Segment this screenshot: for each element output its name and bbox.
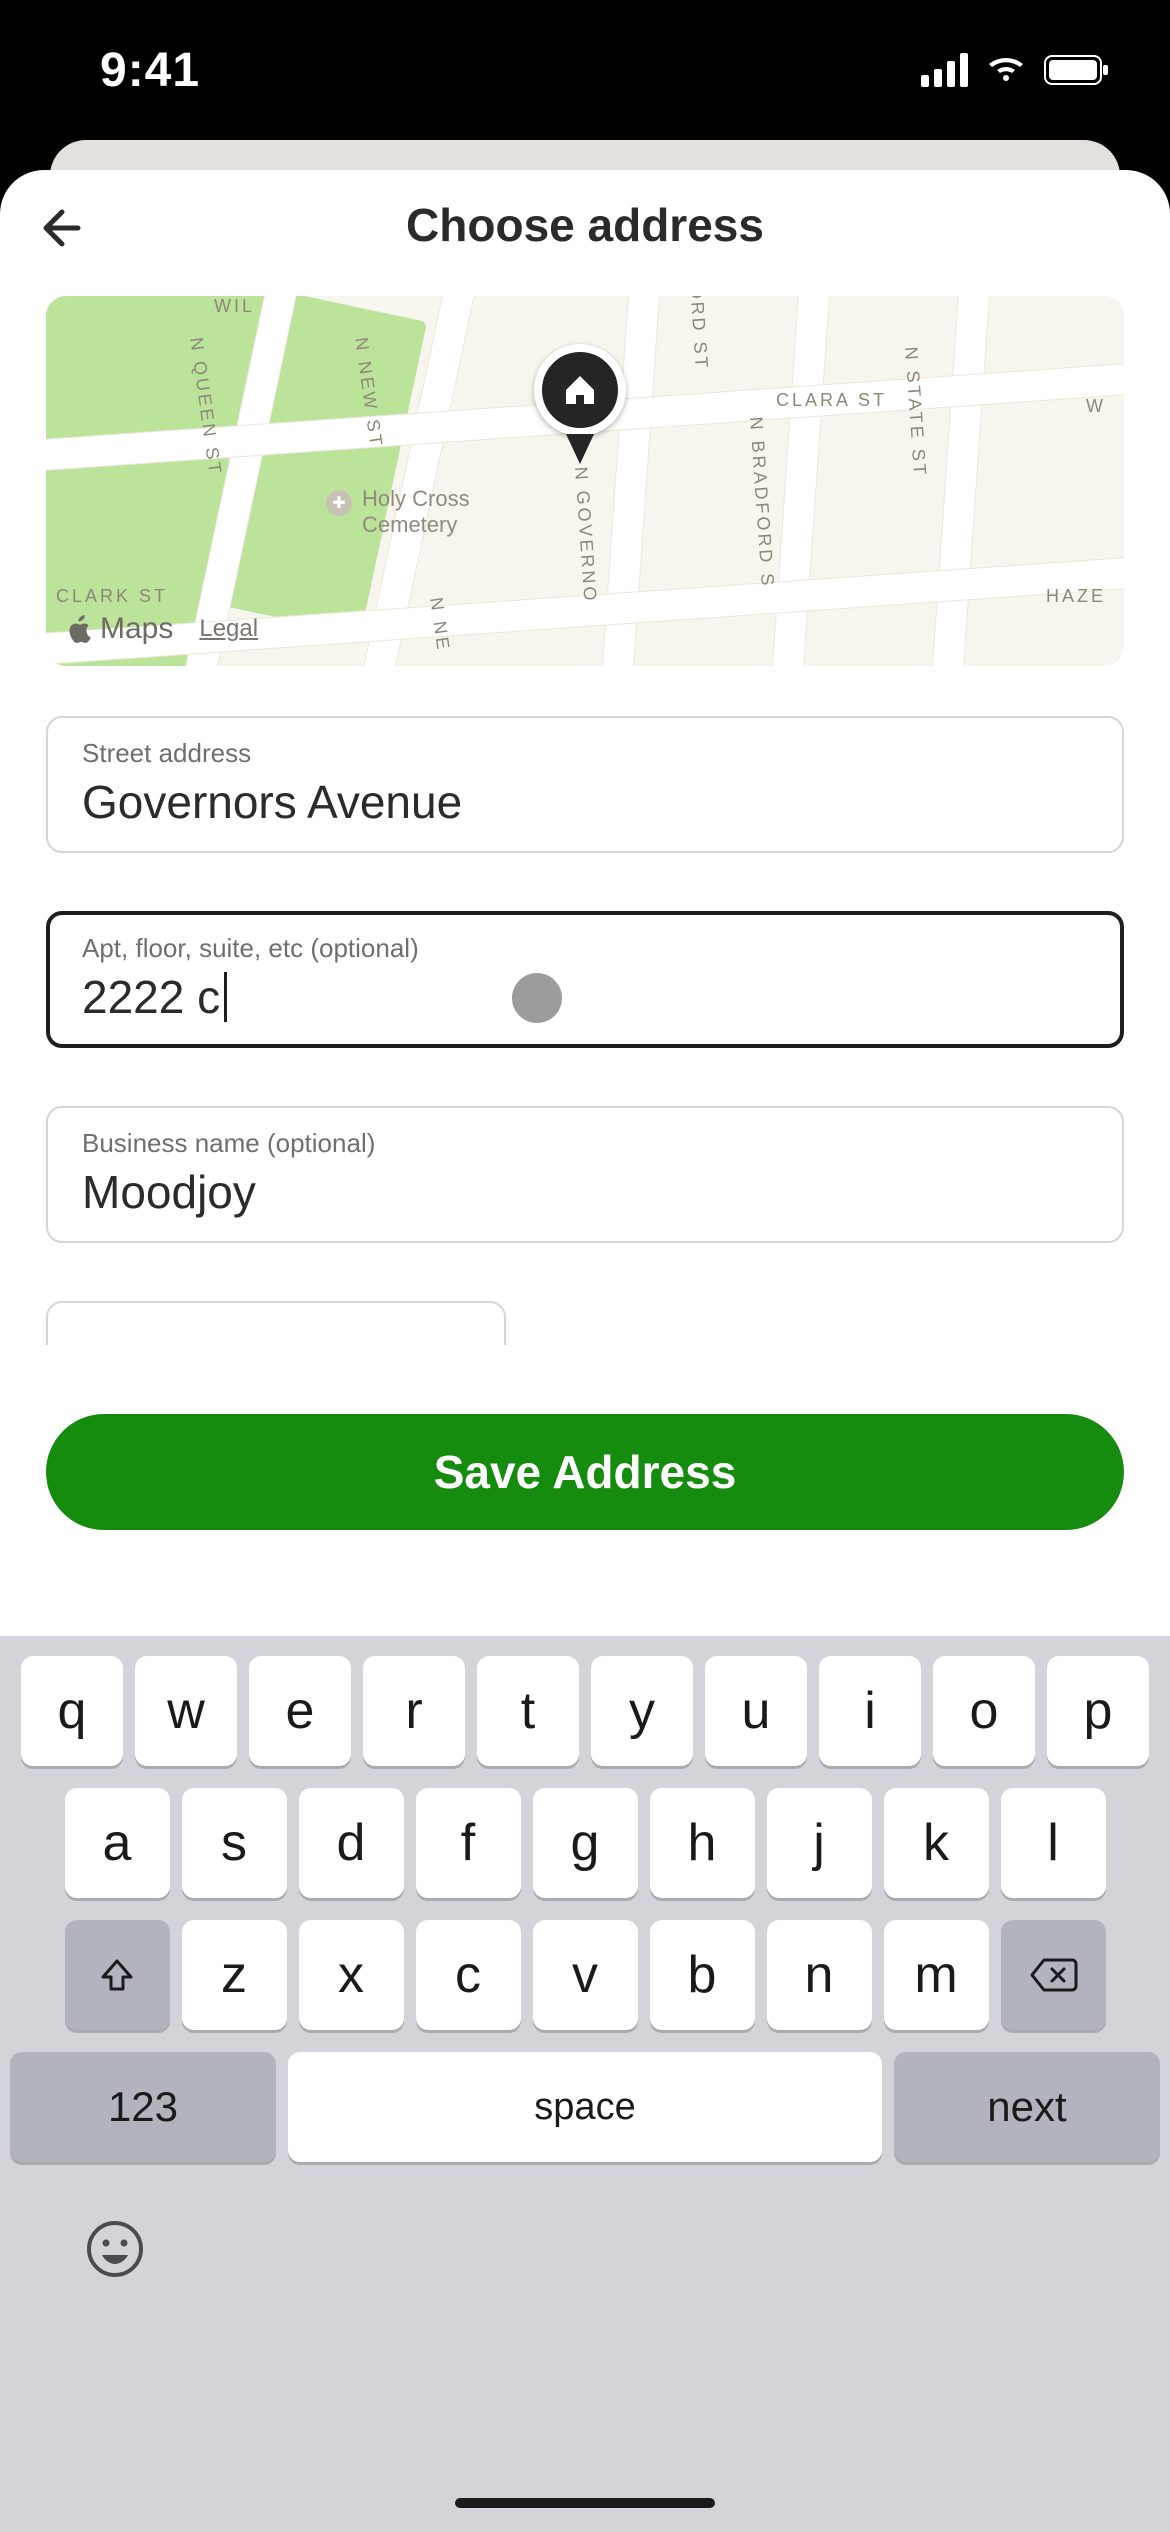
keyboard-row-2: a s d f g h j k l (10, 1788, 1160, 1898)
map-street-label: N GOVERNO (570, 466, 601, 604)
business-name-field[interactable]: Business name (optional) Moodjoy (46, 1106, 1124, 1243)
status-time: 9:41 (100, 43, 200, 98)
key-shift[interactable] (65, 1920, 170, 2030)
key-i[interactable]: i (819, 1656, 921, 1766)
shift-icon (97, 1955, 137, 1995)
key-j[interactable]: j (767, 1788, 872, 1898)
map-pin (534, 344, 626, 474)
field-label: Apt, floor, suite, etc (optional) (82, 933, 1088, 964)
map-street-label: CLARA ST (776, 390, 887, 411)
key-f[interactable]: f (416, 1788, 521, 1898)
address-form: Street address Governors Avenue Apt, flo… (0, 666, 1170, 1345)
key-k[interactable]: k (884, 1788, 989, 1898)
map-street-label: CLARK ST (56, 586, 168, 607)
status-right (921, 53, 1110, 87)
field-value: Moodjoy (82, 1165, 1088, 1219)
map-street-label: WIL (214, 296, 255, 317)
keyboard-row-3: z x c v b n m (10, 1920, 1160, 2030)
key-e[interactable]: e (249, 1656, 351, 1766)
map-preview[interactable]: N NEW ST N QUEEN ST N GOVERNO N BRADFORD… (46, 296, 1124, 666)
street-address-field[interactable]: Street address Governors Avenue (46, 716, 1124, 853)
emoji-button[interactable] (86, 2220, 144, 2278)
wifi-icon (986, 55, 1026, 85)
map-legal-link[interactable]: Legal (199, 615, 258, 643)
map-street-label: N BRADFORD S (745, 416, 778, 589)
key-a[interactable]: a (65, 1788, 170, 1898)
page-title: Choose address (406, 198, 764, 252)
map-poi: ✚ Holy Cross Cemetery (326, 486, 470, 538)
key-d[interactable]: d (299, 1788, 404, 1898)
back-button[interactable] (32, 198, 92, 258)
key-l[interactable]: l (1001, 1788, 1106, 1898)
key-b[interactable]: b (650, 1920, 755, 2030)
key-t[interactable]: t (477, 1656, 579, 1766)
apple-logo-icon (66, 614, 94, 644)
map-attribution: Maps Legal (66, 612, 258, 646)
poi-label: Holy Cross Cemetery (362, 486, 470, 538)
emoji-icon (86, 2220, 144, 2278)
keyboard-row-4: 123 space next (10, 2052, 1160, 2162)
backspace-icon (1028, 1956, 1078, 1994)
home-indicator[interactable] (455, 2498, 715, 2508)
next-field-partial[interactable] (46, 1301, 506, 1345)
touch-indicator (512, 973, 562, 1023)
field-value: 2222 c (82, 970, 1088, 1024)
save-row: Save Address (0, 1400, 1170, 1544)
field-label: Business name (optional) (82, 1128, 1088, 1159)
map-road (929, 296, 993, 666)
field-label: Street address (82, 738, 1088, 769)
key-123[interactable]: 123 (10, 2052, 276, 2162)
key-u[interactable]: u (705, 1656, 807, 1766)
field-value: Governors Avenue (82, 775, 1088, 829)
key-c[interactable]: c (416, 1920, 521, 2030)
save-address-button[interactable]: Save Address (46, 1414, 1124, 1530)
keyboard-bottom (10, 2184, 1160, 2278)
map-street-label: HAZE (1046, 586, 1106, 607)
key-g[interactable]: g (533, 1788, 638, 1898)
apt-field[interactable]: Apt, floor, suite, etc (optional) 2222 c (46, 911, 1124, 1048)
arrow-left-icon (38, 204, 86, 252)
key-s[interactable]: s (182, 1788, 287, 1898)
key-q[interactable]: q (21, 1656, 123, 1766)
key-m[interactable]: m (884, 1920, 989, 2030)
key-space[interactable]: space (288, 2052, 882, 2162)
battery-icon (1044, 55, 1110, 85)
keyboard: q w e r t y u i o p a s d f g h j k l (0, 1636, 1170, 2532)
key-w[interactable]: w (135, 1656, 237, 1766)
key-x[interactable]: x (299, 1920, 404, 2030)
keyboard-row-1: q w e r t y u i o p (10, 1656, 1160, 1766)
screen: 9:41 Choose address (0, 0, 1170, 2532)
key-o[interactable]: o (933, 1656, 1035, 1766)
key-n[interactable]: n (767, 1920, 872, 2030)
home-icon (560, 370, 600, 410)
map-street-label: W (1086, 396, 1106, 417)
text-cursor (224, 972, 227, 1022)
key-y[interactable]: y (591, 1656, 693, 1766)
key-v[interactable]: v (533, 1920, 638, 2030)
map-street-label: ORD ST (685, 296, 712, 371)
key-p[interactable]: p (1047, 1656, 1149, 1766)
map-brand: Maps (66, 612, 173, 646)
key-h[interactable]: h (650, 1788, 755, 1898)
key-r[interactable]: r (363, 1656, 465, 1766)
key-next[interactable]: next (894, 2052, 1160, 2162)
map-street-label: N STATE ST (900, 346, 930, 478)
poi-icon: ✚ (326, 490, 352, 516)
key-z[interactable]: z (182, 1920, 287, 2030)
cellular-icon (921, 53, 968, 87)
address-sheet: Choose address N NEW ST N QUEEN ST N GOV… (0, 170, 1170, 2532)
key-backspace[interactable] (1001, 1920, 1106, 2030)
sheet-header: Choose address (0, 170, 1170, 280)
status-bar: 9:41 (0, 0, 1170, 140)
